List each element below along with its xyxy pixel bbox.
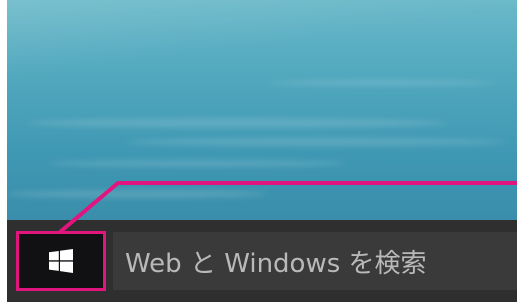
wallpaper-wave — [47, 160, 347, 167]
screen: Web と Windows を検索 — [0, 0, 517, 302]
windows-logo-icon — [49, 249, 73, 273]
wallpaper-wave — [27, 118, 447, 128]
start-button[interactable] — [16, 231, 106, 291]
taskbar: Web と Windows を検索 — [7, 220, 517, 302]
search-box[interactable]: Web と Windows を検索 — [113, 232, 517, 290]
wallpaper-wave — [7, 190, 267, 198]
wallpaper-wave — [267, 80, 497, 86]
wallpaper-wave — [127, 138, 507, 146]
page-margin — [0, 0, 7, 302]
search-placeholder: Web と Windows を検索 — [125, 248, 427, 279]
desktop-wallpaper — [7, 0, 517, 220]
